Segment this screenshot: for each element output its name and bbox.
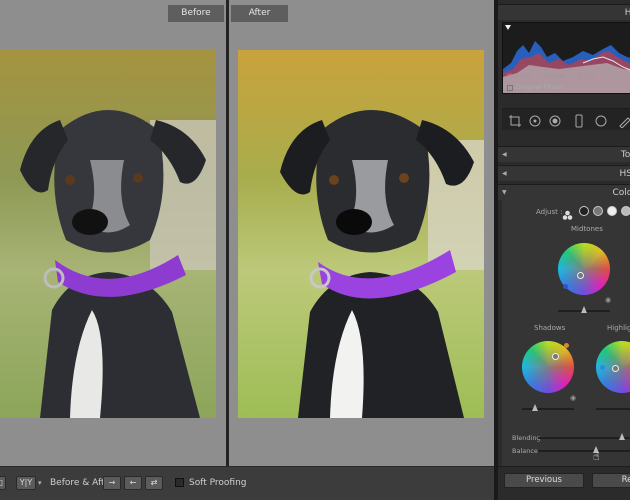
highlights-wheel-handle[interactable]	[612, 365, 619, 372]
soft-proofing-checkbox[interactable]	[175, 478, 184, 487]
shadows-wheel-marker	[564, 343, 569, 348]
color-grading-body: Adjust : Midtones ◉ Shadows Highlig ◉ Bl…	[502, 200, 630, 470]
view-divider[interactable]	[226, 0, 229, 466]
highlights-wheel-marker	[600, 365, 605, 370]
collapse-triangle-icon: ◀	[502, 151, 507, 158]
develop-panel: Hi ISO 320 95 mm ƒ / 4.0 Original Ph	[494, 0, 630, 500]
previous-button[interactable]: Previous	[504, 473, 584, 488]
midtones-wheel-marker	[563, 284, 568, 289]
copy-after-to-before-button[interactable]: ←	[124, 476, 142, 490]
crop-icon[interactable]	[508, 113, 522, 127]
color-grading-header[interactable]: ▼ Color	[498, 184, 630, 200]
histogram[interactable]: ISO 320 95 mm ƒ / 4.0 Original Photo	[502, 22, 630, 94]
hand-cursor-icon: ☝	[593, 450, 600, 463]
midtones-label: Midtones	[571, 225, 603, 233]
original-photo-checkbox[interactable]	[507, 85, 513, 91]
arrow-left-icon: ←	[129, 478, 137, 487]
soft-proofing-label: Soft Proofing	[189, 478, 247, 488]
shadows-luminance-slider[interactable]	[522, 408, 574, 410]
global-view-icon[interactable]	[621, 206, 630, 216]
expand-triangle-icon: ▼	[502, 189, 507, 196]
dog-photo-before	[0, 50, 216, 418]
brush-icon[interactable]	[618, 113, 630, 129]
blending-label: Blending	[512, 434, 541, 442]
lightroom-window: Before After ▯ Y|Y ▾ Before & After: → …	[0, 0, 630, 500]
swap-icon: ⇄	[150, 478, 158, 487]
before-photo[interactable]	[0, 50, 216, 418]
before-label: Before	[168, 5, 224, 22]
collapse-triangle-icon: ◀	[502, 170, 507, 177]
panel-footer: Previous Re	[498, 466, 630, 500]
grid-icon: ▯	[0, 478, 4, 487]
adjust-label: Adjust :	[536, 208, 563, 216]
reset-button[interactable]: Re	[592, 473, 630, 488]
tool-strip	[502, 108, 630, 130]
after-label: After	[231, 5, 288, 22]
after-photo[interactable]	[238, 50, 484, 418]
copy-before-to-after-button[interactable]: →	[103, 476, 121, 490]
midtones-view-icon[interactable]	[593, 206, 603, 216]
histogram-header[interactable]: Hi	[498, 4, 630, 20]
red-eye-icon[interactable]	[548, 113, 562, 127]
split-view-icon: Y|Y	[19, 478, 33, 487]
bottom-toolbar: ▯ Y|Y ▾ Before & After : → ← ⇄ Soft Proo…	[0, 466, 494, 500]
healing-icon[interactable]	[528, 113, 542, 127]
highlights-label: Highlig	[607, 324, 630, 332]
histogram-metadata: ISO 320 95 mm ƒ / 4.0	[507, 73, 597, 80]
before-after-mode-button[interactable]: Y|Y	[16, 476, 36, 490]
shadows-wheel-handle[interactable]	[552, 353, 559, 360]
radial-filter-icon[interactable]	[594, 113, 608, 127]
shadows-label: Shadows	[534, 324, 566, 332]
swap-before-after-button[interactable]: ⇄	[145, 476, 163, 490]
masking-icon[interactable]	[572, 113, 586, 128]
three-way-icon[interactable]	[562, 206, 573, 220]
shadows-color-wheel[interactable]	[522, 341, 574, 393]
arrow-right-icon: →	[108, 478, 116, 487]
view-mode-button[interactable]: ▯	[0, 476, 6, 490]
view-mode-caret[interactable]: ▾	[38, 476, 42, 490]
before-after-view: Before After	[0, 0, 494, 466]
eye-icon[interactable]: ◉	[605, 296, 611, 304]
original-photo-label: Original Photo	[516, 83, 563, 91]
hsl-header[interactable]: ◀ HSL	[498, 165, 630, 181]
highlights-view-icon[interactable]	[607, 206, 617, 216]
dog-photo-after	[238, 50, 484, 418]
tone-curve-header[interactable]: ◀ Ton	[498, 146, 630, 162]
blending-slider[interactable]	[538, 437, 630, 439]
balance-label: Balance	[512, 447, 538, 455]
balance-slider[interactable]	[538, 450, 630, 452]
highlights-luminance-slider[interactable]	[596, 408, 630, 410]
shadows-view-icon[interactable]	[579, 206, 589, 216]
midtones-wheel-handle[interactable]	[577, 272, 584, 279]
eye-icon[interactable]: ◉	[570, 394, 576, 402]
